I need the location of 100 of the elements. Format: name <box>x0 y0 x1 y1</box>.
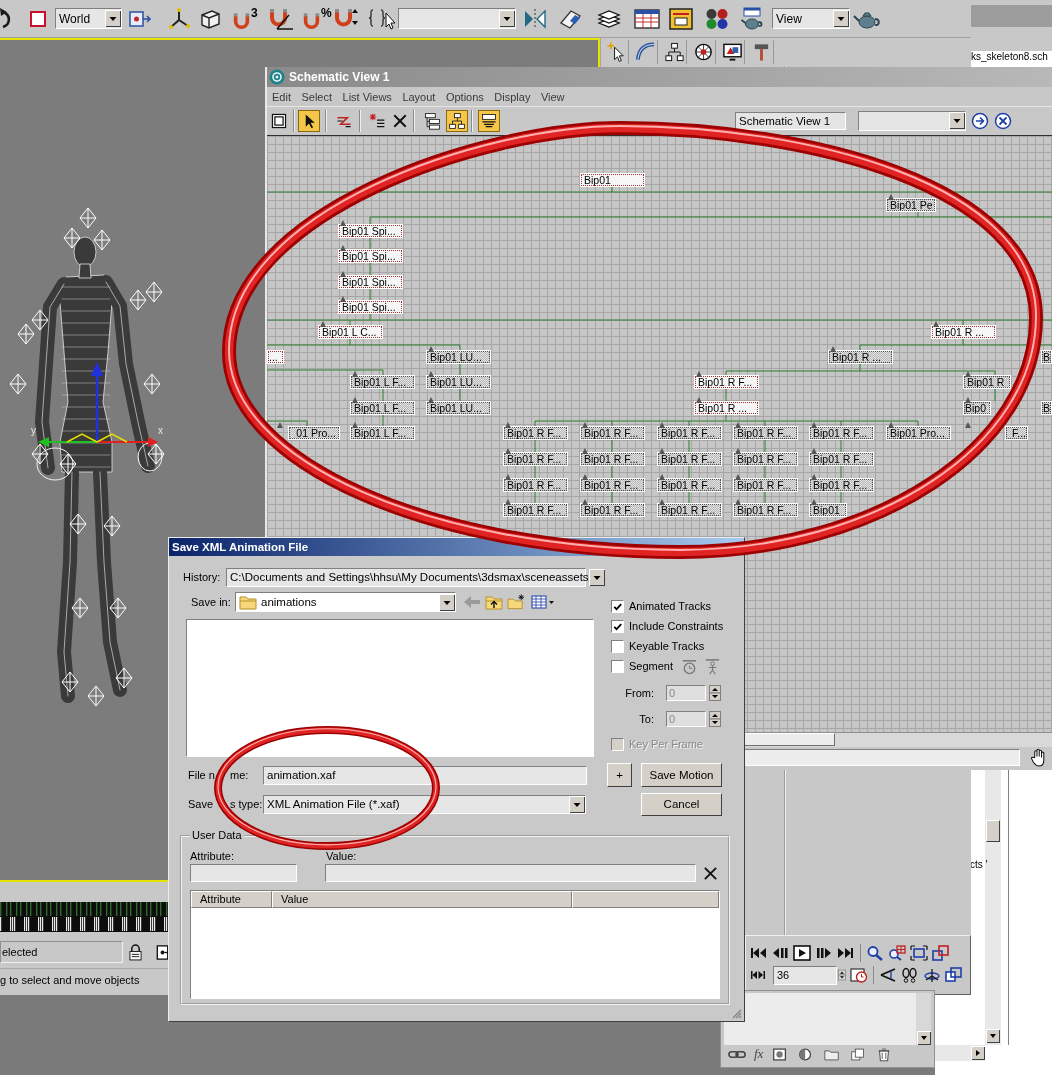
menu-item[interactable]: View <box>540 90 565 103</box>
dropdown-arrow-icon[interactable] <box>949 112 965 129</box>
schematic-node[interactable]: Bip01 R <box>963 375 1011 389</box>
timer-icon[interactable] <box>681 657 699 675</box>
schematic-node[interactable]: Bip01 L F... <box>350 401 415 415</box>
tree-icon[interactable] <box>446 109 468 132</box>
save-motion-button[interactable]: Save Motion <box>641 763 722 787</box>
file-name-field[interactable]: animation.xaf <box>263 765 587 785</box>
folder-dropdown[interactable]: animations <box>235 592 456 612</box>
figure-icon[interactable] <box>704 657 722 675</box>
track-bar-drawing[interactable] <box>0 902 168 932</box>
schematic-node[interactable]: Bip01 R ... <box>931 325 996 339</box>
schematic-node[interactable]: Bip01 R ... <box>828 350 893 364</box>
overlapping-squares-icon[interactable] <box>932 945 950 961</box>
go-to-end-icon[interactable] <box>837 945 855 961</box>
spinner-icon[interactable] <box>709 710 721 727</box>
delete-x-icon[interactable] <box>703 865 718 881</box>
schematic-node[interactable]: F... <box>1005 426 1028 440</box>
scroll-down-icon[interactable] <box>916 1031 931 1045</box>
schematic-node[interactable]: Bip01 R F... <box>809 478 874 492</box>
schematic-node[interactable]: Bip01 R F... <box>503 478 568 492</box>
bent-tube-icon[interactable] <box>634 40 658 64</box>
next-frame-icon[interactable] <box>815 945 833 961</box>
file-list[interactable] <box>186 619 594 757</box>
schematic-node[interactable]: Bip01 R F... <box>657 503 722 517</box>
footprints-icon[interactable] <box>901 967 919 983</box>
dropdown-arrow-icon[interactable] <box>439 593 455 611</box>
play-icon[interactable] <box>793 945 811 961</box>
snap-toggle-button[interactable]: 3 <box>232 6 260 31</box>
schematic-node[interactable]: Bip01 R F... <box>657 452 722 466</box>
schematic-node[interactable]: Bip01 R F... <box>809 452 874 466</box>
schematic-node[interactable]: Bip01 R F... <box>503 426 568 440</box>
dropdown-arrow-icon[interactable] <box>588 568 605 586</box>
monitor-icon[interactable] <box>721 40 745 64</box>
attribute-field[interactable] <box>190 864 297 882</box>
schematic-node[interactable]: Bip01 <box>580 173 645 187</box>
column-header[interactable]: Value <box>272 891 572 908</box>
previous-frame-icon[interactable] <box>771 945 789 961</box>
checkbox[interactable] <box>611 599 624 613</box>
schematic-node[interactable]: Bip01 R F... <box>733 478 798 492</box>
magnifier-icon[interactable] <box>866 945 884 961</box>
schematic-node[interactable]: Bip01 L F... <box>350 375 415 389</box>
schematic-node[interactable]: Bip01 R F... <box>580 452 645 466</box>
coordinate-dropdown[interactable]: World <box>55 8 122 29</box>
schematic-node[interactable]: Bip01 R ... <box>694 401 759 415</box>
schematic-node[interactable]: Bip01 Pro... <box>886 426 951 440</box>
schematic-node[interactable]: ... <box>267 350 284 364</box>
schematic-node[interactable]: Bip01 R F... <box>657 426 722 440</box>
menu-item[interactable]: List Views <box>342 90 392 103</box>
schematic-node[interactable]: Bip0 <box>963 401 991 415</box>
dropdown-arrow-icon[interactable] <box>569 795 585 813</box>
schematic-node[interactable]: Bip01 L F... <box>350 426 415 440</box>
schematic-node[interactable]: Bip01 Spi... <box>338 275 403 289</box>
lock-icon[interactable] <box>129 943 142 961</box>
checkbox[interactable] <box>611 619 624 633</box>
schematic-node[interactable]: Bip01 L C... <box>318 325 383 339</box>
checkbox[interactable] <box>611 659 624 673</box>
column-header[interactable] <box>572 891 719 908</box>
schematic-node[interactable]: Bip01 R F... <box>733 503 798 517</box>
user-data-table[interactable]: Attribute Value <box>190 890 720 999</box>
schematic-node[interactable]: Bip01 R F... <box>694 375 759 389</box>
view-name-field[interactable]: Schematic View 1 <box>735 111 846 130</box>
schematic-node[interactable]: Bip01 R F... <box>657 478 722 492</box>
braces-cursor-icon[interactable] <box>367 6 395 31</box>
schematic-node[interactable]: Bip01 R F... <box>580 426 645 440</box>
checkbox[interactable] <box>611 639 624 653</box>
scrollbar-thumb[interactable] <box>986 820 1000 842</box>
column-header[interactable]: Attribute <box>191 891 272 908</box>
clock-window-icon[interactable] <box>850 967 868 983</box>
schematic-node[interactable]: Bip01 R F... <box>733 426 798 440</box>
schematic-node[interactable]: Bip01 LU... <box>426 350 491 364</box>
menu-item[interactable]: Select <box>301 90 333 103</box>
schematic-node[interactable]: Bip01 R F... <box>503 452 568 466</box>
view-dropdown[interactable]: View <box>772 8 850 29</box>
menu-item[interactable]: Display <box>494 90 531 103</box>
schematic-node[interactable]: Bip01 LU... <box>426 401 491 415</box>
cancel-button[interactable]: Cancel <box>641 792 722 816</box>
menu-item[interactable]: Layout <box>402 90 436 103</box>
pin-square-icon[interactable] <box>156 943 169 961</box>
dropdown-arrow-icon[interactable] <box>499 10 515 27</box>
schematic-box-icon[interactable] <box>667 6 695 31</box>
resize-grip-icon[interactable] <box>732 1009 742 1019</box>
view-menu-icon[interactable] <box>531 594 555 610</box>
file-type-dropdown[interactable]: XML Animation File (*.xaf) <box>263 794 586 814</box>
magnet-angle-icon[interactable] <box>268 6 294 31</box>
spinner-icon[interactable] <box>709 684 721 701</box>
new-folder-icon[interactable] <box>507 594 525 610</box>
schematic-node[interactable]: 01 Pro... <box>288 426 340 440</box>
table-window-icon[interactable] <box>633 6 661 31</box>
schematic-node[interactable]: Bip01 R F... <box>503 503 568 517</box>
scrollbar-track[interactable] <box>916 993 931 1045</box>
pointer-star-icon[interactable] <box>605 40 629 64</box>
frame-corners-icon[interactable] <box>910 945 928 961</box>
magnifier-grid-icon[interactable] <box>888 945 906 961</box>
schematic-node[interactable]: Bip01 Spi... <box>338 249 403 263</box>
schematic-node[interactable]: Bip01 Spi... <box>338 300 403 314</box>
forward-circle-icon[interactable] <box>971 111 989 130</box>
schematic-node[interactable]: Bip01 R F... <box>733 452 798 466</box>
schematic-node[interactable]: Bip01 R F... <box>580 503 645 517</box>
schematic-node[interactable]: Bip01 LU... <box>426 375 491 389</box>
